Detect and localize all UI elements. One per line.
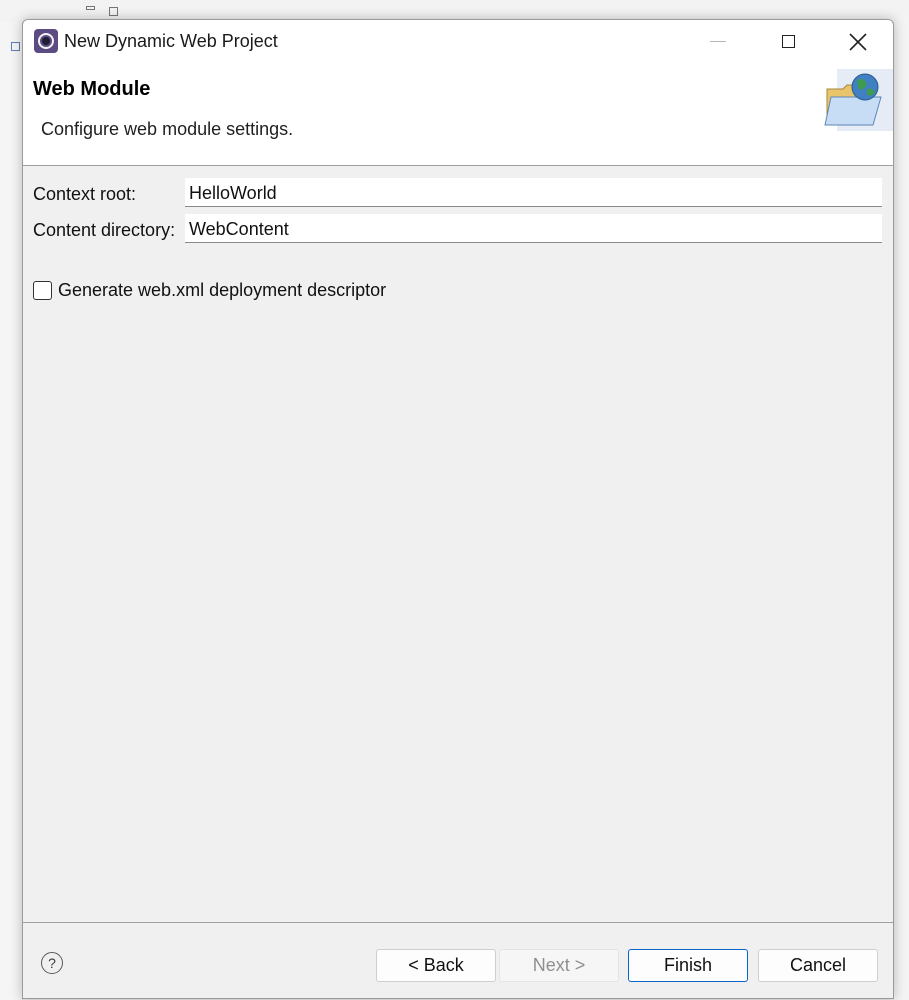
help-icon[interactable]: ? (41, 952, 63, 974)
web-folder-globe-icon (824, 69, 893, 131)
back-button[interactable]: < Back (376, 949, 496, 982)
generate-web-xml-label[interactable]: Generate web.xml deployment descriptor (58, 280, 386, 301)
generate-web-xml-option[interactable]: Generate web.xml deployment descriptor (33, 280, 386, 301)
window-title: New Dynamic Web Project (64, 31, 278, 51)
maximize-button[interactable] (753, 20, 823, 63)
generate-web-xml-checkbox[interactable] (33, 281, 52, 300)
maximize-view-icon[interactable] (109, 7, 118, 16)
new-project-dialog: New Dynamic Web Project Web Module Confi… (22, 19, 894, 999)
collapse-icon[interactable] (11, 42, 20, 51)
minimize-view-icon[interactable] (86, 6, 95, 10)
maximize-icon (781, 35, 795, 48)
cancel-button[interactable]: Cancel (758, 949, 878, 982)
minimize-icon (710, 41, 726, 42)
context-root-label: Context root: (33, 184, 137, 204)
close-icon (849, 32, 867, 51)
eclipse-icon (34, 29, 58, 53)
content-directory-label: Content directory: (33, 220, 176, 240)
page-title: Web Module (33, 78, 151, 100)
context-root-input[interactable] (185, 178, 882, 207)
content-directory-input[interactable] (185, 214, 882, 243)
footer-separator (23, 922, 893, 923)
minimize-button[interactable] (683, 20, 753, 63)
title-bar[interactable]: New Dynamic Web Project (23, 20, 893, 63)
ide-left-strip (0, 22, 23, 1000)
close-button[interactable] (823, 20, 893, 63)
ide-right-strip (894, 22, 909, 1000)
next-button[interactable]: Next > (499, 949, 619, 982)
finish-button[interactable]: Finish (628, 949, 748, 982)
wizard-banner: Web Module Configure web module settings… (23, 63, 893, 166)
page-description: Configure web module settings. (41, 119, 294, 139)
